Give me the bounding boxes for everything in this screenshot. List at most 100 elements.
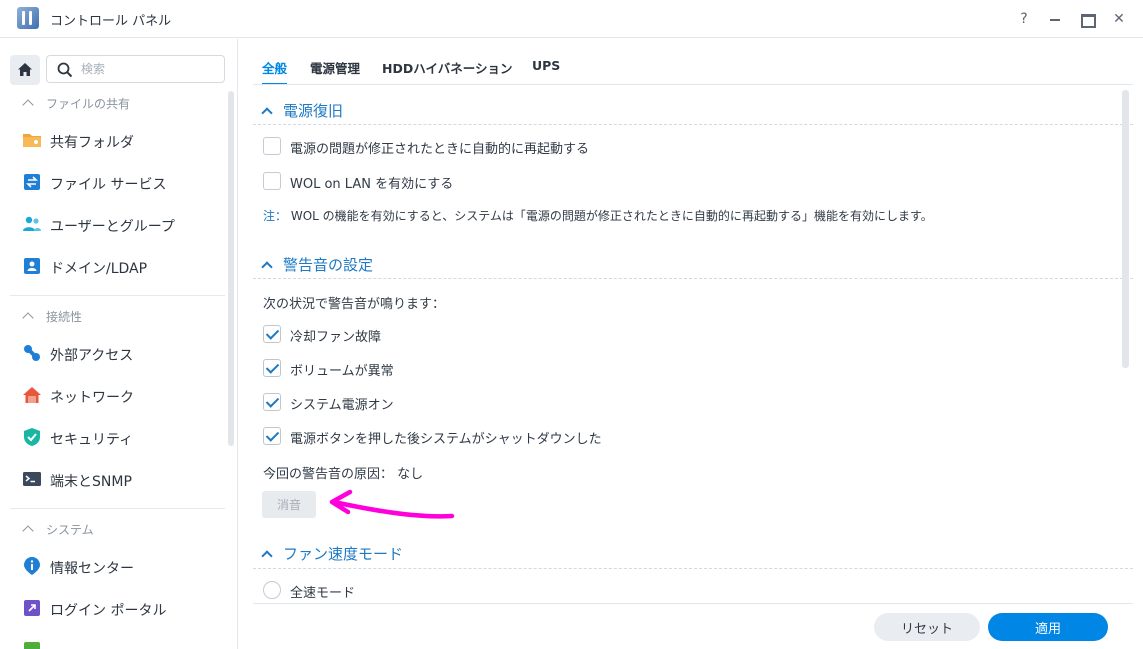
domain-icon xyxy=(24,258,40,274)
chevron-up-icon xyxy=(22,525,34,537)
home-button[interactable] xyxy=(10,55,40,85)
chevron-up-icon xyxy=(261,261,273,273)
sidebar-item-shared-folder[interactable]: 共有フォルダ xyxy=(10,122,225,158)
section-title: ファイルの共有 xyxy=(46,97,131,111)
checkbox-label: WOL on LAN を有効にする xyxy=(290,177,454,192)
maximize-button[interactable] xyxy=(1076,8,1098,30)
home-icon xyxy=(18,63,32,76)
sidebar-item-label: ファイル サービス xyxy=(50,177,167,193)
sidebar-item-label: ユーザーとグループ xyxy=(50,219,175,235)
tab-hdd-hibernation[interactable]: HDDハイバネーション xyxy=(382,58,512,77)
users-icon xyxy=(23,216,41,231)
divider xyxy=(10,295,225,296)
sidebar-item-terminal-snmp[interactable]: 端末とSNMP xyxy=(10,461,225,497)
file-services-icon xyxy=(24,174,40,190)
radio-label: 全速モード xyxy=(290,586,356,601)
checkbox-checked[interactable] xyxy=(263,325,281,343)
chevron-up-icon xyxy=(261,107,273,119)
checkbox-label: ボリュームが異常 xyxy=(290,364,394,379)
search-icon xyxy=(57,62,73,78)
checkbox[interactable] xyxy=(263,172,281,190)
checkbox-label: システム電源オン xyxy=(290,398,394,413)
shield-icon xyxy=(24,428,40,446)
close-button[interactable]: ✕ xyxy=(1108,8,1130,30)
dashed-divider xyxy=(253,124,1133,125)
section-header-power-recovery[interactable]: 電源復旧 xyxy=(261,100,344,121)
tab-bar: 全般 電源管理 HDDハイバネーション UPS xyxy=(239,39,1143,85)
section-title: 接続性 xyxy=(46,310,83,324)
section-header-beep[interactable]: 警告音の設定 xyxy=(261,254,374,275)
tab-general[interactable]: 全般 xyxy=(262,58,288,85)
section-title: 電源復旧 xyxy=(283,102,344,120)
search-input[interactable] xyxy=(81,60,216,78)
checkbox-checked[interactable] xyxy=(263,427,281,445)
sidebar: ファイルの共有 共有フォルダ ファイル サービス ユーザーとグループ ド xyxy=(0,39,238,649)
sidebar-item-label: 情報センター xyxy=(50,561,134,577)
section-header-connectivity[interactable]: 接続性 xyxy=(22,308,83,325)
minimize-button[interactable] xyxy=(1044,8,1066,30)
sidebar-item-label: ログイン ポータル xyxy=(50,603,167,619)
note-text: WOL の機能を有効にすると、システムは「電源の問題が修正されたときに自動的に再… xyxy=(290,209,933,223)
sidebar-item-security[interactable]: セキュリティ xyxy=(10,419,225,455)
section-header-file-sharing[interactable]: ファイルの共有 xyxy=(22,95,131,112)
footer-divider xyxy=(253,603,1133,604)
section-title: ファン速度モード xyxy=(283,545,404,563)
sidebar-item-domain-ldap[interactable]: ドメイン/LDAP xyxy=(10,248,225,284)
dashed-divider xyxy=(253,278,1133,279)
note-label: 注： xyxy=(263,209,288,223)
sidebar-item-partial[interactable] xyxy=(10,632,225,649)
checkbox[interactable] xyxy=(263,137,281,155)
checkbox-checked[interactable] xyxy=(263,359,281,377)
section-title: 警告音の設定 xyxy=(283,256,374,274)
sidebar-item-external-access[interactable]: 外部アクセス xyxy=(10,335,225,371)
wol-note: 注： WOL の機能を有効にすると、システムは「電源の問題が修正されたときに自動… xyxy=(263,207,933,224)
network-house-icon xyxy=(23,387,41,403)
checkbox-label: 冷却ファン故障 xyxy=(290,330,382,345)
sidebar-item-info-center[interactable]: 情報センター xyxy=(10,548,225,584)
reset-button[interactable]: リセット xyxy=(874,613,980,641)
sidebar-item-label: 外部アクセス xyxy=(50,348,134,364)
main-scrollbar[interactable] xyxy=(1122,90,1129,368)
main-content: 電源復旧 電源の問題が修正されたときに自動的に再起動する WOL on LAN … xyxy=(253,85,1133,603)
annotation-arrow-icon xyxy=(329,489,455,519)
divider xyxy=(10,508,225,509)
checkbox-label: 電源の問題が修正されたときに自動的に再起動する xyxy=(290,142,590,157)
section-header-fan-speed[interactable]: ファン速度モード xyxy=(261,543,404,564)
sidebar-item-label: セキュリティ xyxy=(50,432,134,448)
sidebar-item-label: ネットワーク xyxy=(50,390,134,406)
sidebar-item-login-portal[interactable]: ログイン ポータル xyxy=(10,590,225,626)
beep-cause: 今回の警告音の原因： なし xyxy=(263,467,424,482)
mute-button[interactable]: 消音 xyxy=(262,491,316,518)
sidebar-item-label: 共有フォルダ xyxy=(50,135,134,151)
window-title: コントロール パネル xyxy=(50,14,172,29)
terminal-icon xyxy=(23,472,41,486)
sidebar-item-file-services[interactable]: ファイル サービス xyxy=(10,164,225,200)
sidebar-item-label: ドメイン/LDAP xyxy=(50,261,148,277)
external-access-icon xyxy=(24,345,40,361)
chevron-up-icon xyxy=(22,99,34,111)
regional-options-icon xyxy=(24,642,40,649)
apply-button[interactable]: 適用 xyxy=(988,613,1108,641)
search-field[interactable] xyxy=(46,55,225,83)
control-panel-app-icon xyxy=(17,7,39,29)
tab-ups[interactable]: UPS xyxy=(532,58,560,73)
info-icon xyxy=(24,557,40,575)
beep-intro: 次の状況で警告音が鳴ります： xyxy=(263,297,446,312)
section-header-system[interactable]: システム xyxy=(22,521,94,538)
sidebar-item-network[interactable]: ネットワーク xyxy=(10,377,225,413)
login-portal-icon xyxy=(24,600,40,616)
radio-button[interactable] xyxy=(263,581,281,599)
checkbox-checked[interactable] xyxy=(263,393,281,411)
folder-icon xyxy=(23,134,41,147)
sidebar-scrollbar[interactable] xyxy=(228,91,234,446)
sidebar-item-users-groups[interactable]: ユーザーとグループ xyxy=(10,206,225,242)
tab-power-management[interactable]: 電源管理 xyxy=(310,58,360,77)
dashed-divider xyxy=(253,568,1133,569)
section-title: システム xyxy=(46,523,94,537)
chevron-up-icon xyxy=(22,312,34,324)
chevron-up-icon xyxy=(261,550,273,562)
help-button[interactable]: ? xyxy=(1013,8,1035,30)
checkbox-label: 電源ボタンを押した後システムがシャットダウンした xyxy=(290,432,602,447)
sidebar-item-label: 端末とSNMP xyxy=(50,474,132,490)
title-bar: コントロール パネル ? ✕ xyxy=(0,0,1143,38)
